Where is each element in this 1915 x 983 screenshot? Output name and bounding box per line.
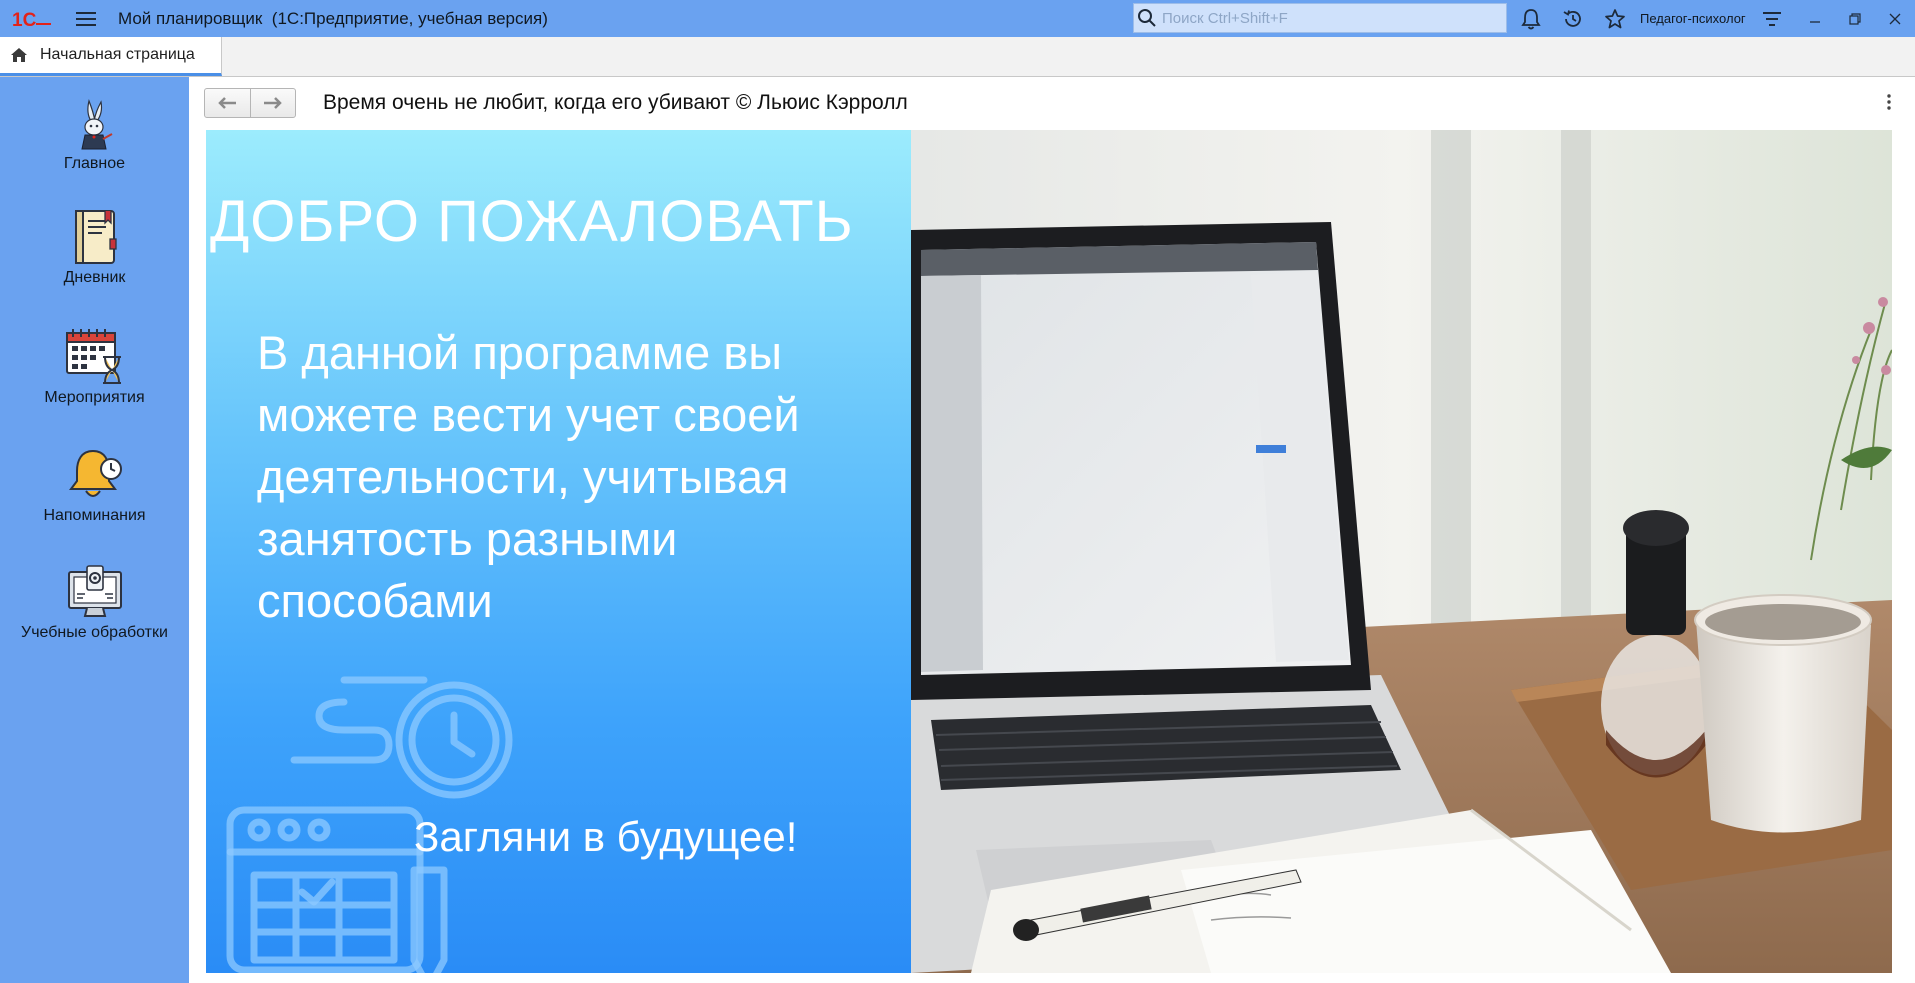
app-title: Мой планировщик (1С:Предприятие, учебная… bbox=[118, 8, 548, 28]
sidebar-item-training-processing[interactable]: Учебные обработки bbox=[0, 564, 189, 674]
bell-icon[interactable] bbox=[1518, 6, 1544, 32]
welcome-description: В данной программе вы можете вести учет … bbox=[257, 326, 800, 627]
arrow-left-icon bbox=[218, 97, 237, 109]
computer-settings-icon bbox=[67, 565, 122, 617]
minimize-icon[interactable] bbox=[1795, 4, 1835, 34]
main-content: Время очень не любит, когда его убивают … bbox=[189, 77, 1915, 983]
home-icon bbox=[11, 48, 27, 62]
close-icon[interactable] bbox=[1875, 4, 1915, 34]
workspace-photo bbox=[911, 130, 1892, 973]
forward-button[interactable] bbox=[249, 89, 296, 117]
search-input[interactable] bbox=[1160, 8, 1494, 28]
navigation-buttons bbox=[204, 88, 296, 118]
welcome-heading: ДОБРО ПОЖАЛОВАТЬ bbox=[210, 189, 854, 254]
sidebar-item-main[interactable]: Главное bbox=[0, 99, 189, 209]
sidebar-item-reminders[interactable]: Напоминания bbox=[0, 447, 189, 557]
history-icon[interactable] bbox=[1560, 6, 1586, 32]
more-options-icon[interactable] bbox=[1879, 90, 1899, 114]
page-title: Время очень не любит, когда его убивают … bbox=[323, 91, 908, 114]
welcome-banner: ДОБРО ПОЖАЛОВАТЬ В данной программе вы м… bbox=[206, 130, 1892, 973]
back-button[interactable] bbox=[205, 89, 250, 117]
arrow-right-icon bbox=[263, 97, 282, 109]
sidebar-item-diary[interactable]: Дневник bbox=[0, 209, 189, 319]
tab-home-page[interactable]: Начальная страница bbox=[0, 37, 222, 76]
banner-text-panel: ДОБРО ПОЖАЛОВАТЬ В данной программе вы м… bbox=[206, 130, 911, 973]
tab-bar: Начальная страница bbox=[0, 37, 1915, 77]
sidebar-item-label: Главное bbox=[63, 155, 126, 172]
logo-1c-icon[interactable]: 1С bbox=[12, 9, 52, 29]
sidebar-item-label: Дневник bbox=[63, 269, 126, 286]
sidebar-item-label: Учебные обработки bbox=[21, 624, 168, 641]
sidebar-item-events[interactable]: Мероприятия bbox=[0, 327, 189, 437]
svg-text:1С: 1С bbox=[12, 10, 37, 29]
title-bar: 1С Мой планировщик (1С:Предприятие, учеб… bbox=[0, 0, 1915, 37]
rabbit-icon bbox=[80, 99, 112, 150]
star-icon[interactable] bbox=[1602, 6, 1628, 32]
tab-label: Начальная страница bbox=[40, 46, 195, 63]
bell-reminder-icon bbox=[68, 449, 122, 497]
search-icon bbox=[1138, 9, 1156, 27]
restore-icon[interactable] bbox=[1835, 4, 1875, 34]
search-box[interactable] bbox=[1133, 3, 1507, 33]
call-to-action-text: Загляни в будущее! bbox=[414, 813, 798, 860]
user-menu-icon[interactable] bbox=[1759, 6, 1785, 32]
diary-icon bbox=[74, 210, 117, 264]
sidebar-item-label: Мероприятия bbox=[44, 389, 145, 406]
sidebar: Главное Дневник Мероприятия Напоминания … bbox=[0, 77, 189, 983]
sidebar-item-label: Напоминания bbox=[43, 507, 146, 524]
user-name[interactable]: Педагог-психолог bbox=[1640, 11, 1746, 26]
menu-icon[interactable] bbox=[76, 11, 96, 27]
calendar-icon bbox=[65, 329, 121, 384]
